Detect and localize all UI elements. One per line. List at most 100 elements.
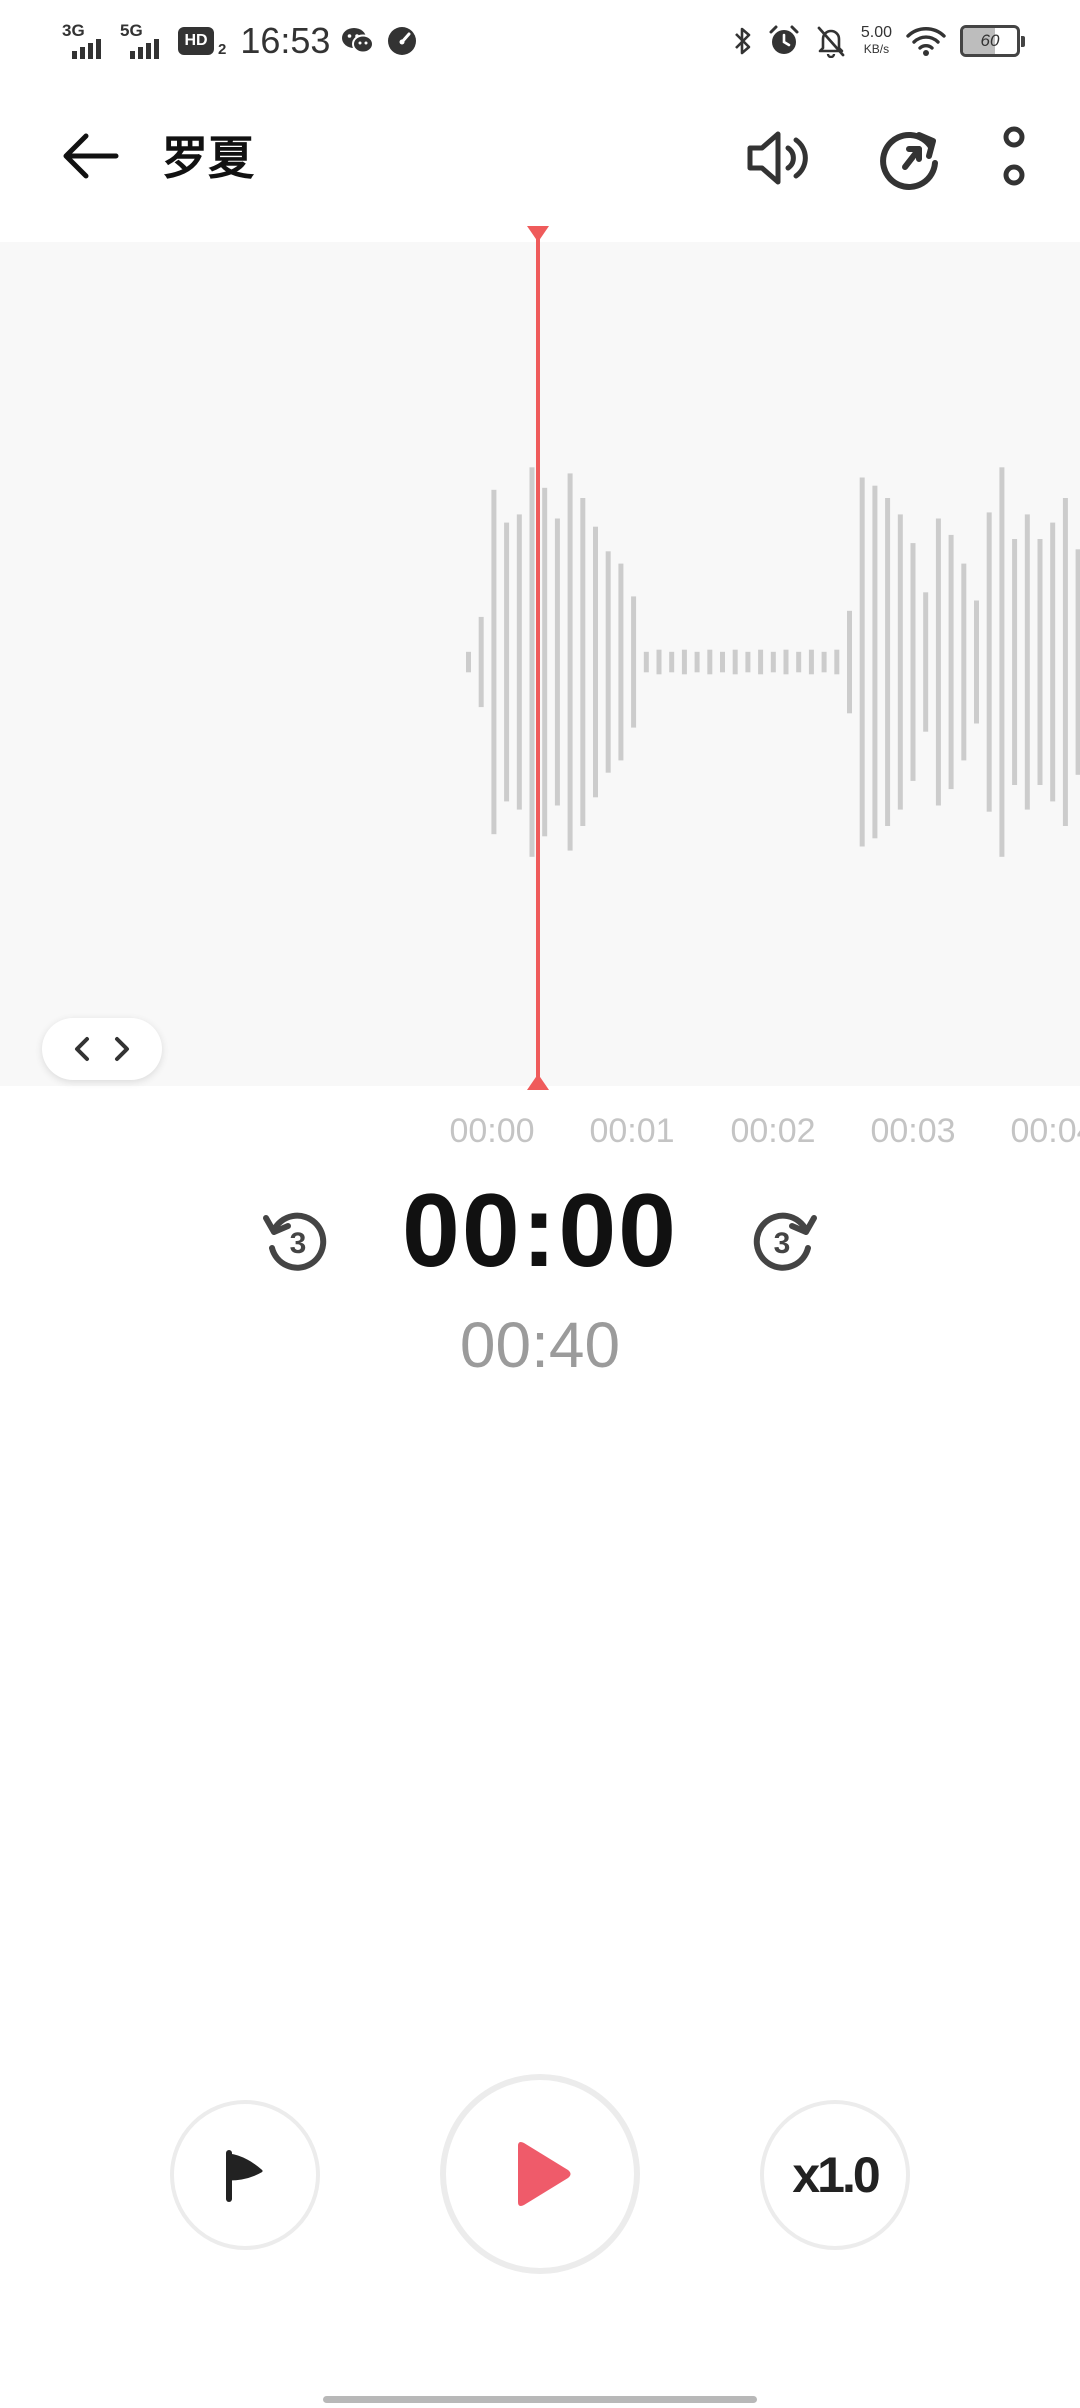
waveform-bar — [605, 551, 611, 773]
waveform-bar — [745, 651, 751, 673]
waveform-bar — [732, 649, 738, 675]
waveform-bar — [847, 610, 852, 714]
waveform-bar — [910, 543, 916, 781]
rotate-icon — [880, 132, 938, 190]
waveform-bar — [872, 485, 878, 839]
waveform-bar — [694, 651, 700, 673]
status-right: 5.00 KB/s 60 — [733, 18, 1025, 64]
chevron-right-icon — [115, 1037, 129, 1061]
waveform-bar — [504, 522, 510, 802]
waveform-bar — [681, 649, 687, 675]
waveform-bar — [999, 467, 1005, 857]
playhead[interactable] — [536, 228, 540, 1090]
signal-label: 5G — [120, 21, 143, 40]
waveform-scroll-handle[interactable] — [42, 1018, 162, 1080]
waveform-bar — [491, 489, 497, 835]
waveform-bar — [885, 498, 891, 826]
waveform-bar — [580, 498, 586, 826]
waveform-bar — [516, 514, 522, 810]
app-bar: 罗夏 — [0, 100, 1080, 210]
waveform-bar — [796, 651, 802, 673]
waveform-bar — [935, 518, 941, 806]
mute-bell-icon — [817, 26, 845, 58]
timeline-tick: 00:04 — [1010, 1112, 1080, 1150]
status-bar: 3G 5G HD 2 16:53 5.00 KB/s 60 — [0, 0, 1080, 82]
rotate-button[interactable] — [870, 118, 950, 198]
waveform-bar — [961, 563, 967, 761]
waveform-bar — [618, 563, 624, 761]
speed-label: x1.0 — [792, 2147, 880, 2203]
hd-sub-label: 2 — [218, 40, 227, 58]
svg-text:3: 3 — [774, 1227, 791, 1260]
waveform-bar — [478, 616, 484, 708]
waveform-bar — [542, 487, 548, 837]
waveform-bar — [593, 526, 598, 798]
waveform-bar — [567, 473, 573, 851]
more-options-button[interactable] — [974, 118, 1054, 198]
speaker-icon — [747, 131, 808, 185]
speaker-button[interactable] — [740, 118, 820, 198]
waveform-bar — [923, 592, 929, 732]
alarm-icon — [769, 25, 799, 54]
play-icon — [518, 2142, 571, 2206]
waveform-bar — [986, 512, 992, 812]
waveform-bar — [466, 651, 471, 673]
net-speed: 5.00 KB/s — [860, 24, 892, 57]
waveform-bar — [1075, 549, 1080, 775]
more-vert-icon — [1003, 126, 1025, 186]
signal-5g-icon: 5G — [120, 21, 168, 61]
home-indicator[interactable] — [323, 2396, 757, 2403]
waveform-bar — [770, 651, 776, 673]
waveform-bar — [1012, 539, 1018, 785]
signal-3g-icon: 3G — [62, 21, 110, 61]
battery-icon: 60 — [960, 25, 1025, 57]
waveform-bar — [821, 651, 827, 673]
timeline-tick: 00:00 — [449, 1112, 535, 1150]
flag-icon — [226, 2150, 263, 2202]
waveform-bar — [656, 649, 662, 675]
waveform-bar — [1037, 539, 1043, 785]
chevron-left-icon — [75, 1037, 89, 1061]
waveform-bar — [834, 649, 840, 675]
hd-voice-icon: HD — [178, 27, 214, 55]
timeline-tick: 00:02 — [730, 1112, 816, 1150]
waveform-bar — [859, 477, 865, 847]
waveform-bar — [758, 649, 764, 675]
waveform-bar — [707, 649, 713, 675]
back-arrow-icon — [63, 133, 119, 179]
waveform-bar — [554, 518, 560, 806]
waveform-bar — [1050, 522, 1056, 802]
waveform-bar — [631, 596, 637, 728]
waveform-bar — [720, 651, 725, 673]
waveform-bar — [808, 649, 814, 675]
clock: 16:53 — [240, 20, 331, 61]
waveform-bar — [974, 600, 979, 724]
forward-icon: 3 — [753, 1212, 817, 1271]
waveform-bar — [669, 651, 675, 673]
waveform-bar — [948, 534, 954, 790]
playback-speed-button[interactable]: x1.0 — [760, 2100, 910, 2250]
waveform-bar — [1024, 514, 1030, 810]
mark-flag-button[interactable] — [170, 2100, 320, 2250]
play-button[interactable] — [440, 2074, 640, 2274]
status-left: 3G 5G HD 2 16:53 — [62, 18, 418, 64]
speedometer-icon — [388, 27, 417, 55]
forward-3s-button[interactable]: 3 — [744, 1200, 824, 1280]
timeline-tick: 00:01 — [589, 1112, 675, 1150]
total-duration: 00:40 — [459, 1309, 621, 1381]
page-title: 罗夏 — [162, 131, 254, 185]
back-button[interactable] — [58, 124, 134, 188]
waveform-bar — [529, 467, 535, 857]
wifi-icon — [906, 27, 946, 56]
signal-label: 3G — [62, 21, 85, 40]
waveform-bar — [783, 649, 789, 675]
waveform-area[interactable] — [0, 242, 1080, 1086]
timeline-tick: 00:03 — [870, 1112, 956, 1150]
current-time: 00:00 — [402, 1173, 678, 1289]
playhead-bottom-marker — [527, 1074, 549, 1090]
timeline: 00:00 00:01 00:02 00:03 00:04 — [0, 1112, 1080, 1162]
bluetooth-icon — [734, 27, 751, 55]
waveform-bar — [643, 651, 649, 673]
wechat-icon — [342, 28, 375, 54]
waveform — [466, 467, 1080, 857]
